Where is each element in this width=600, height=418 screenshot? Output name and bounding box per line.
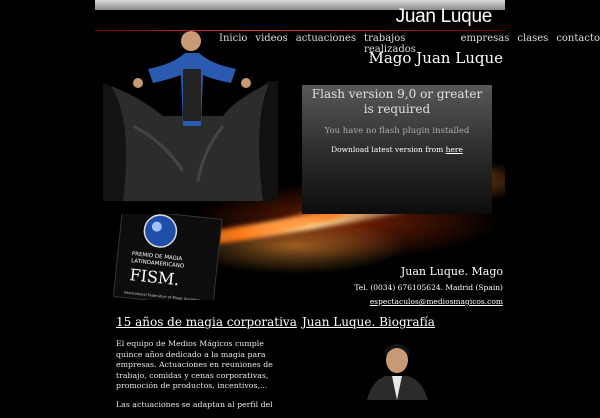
corporate-paragraph: El equipo de Medios Mágicos cumple quinc… — [116, 339, 273, 390]
flash-title: Flash version 9,0 or greater is required — [311, 87, 483, 116]
nav-item-actuaciones[interactable]: actuaciones — [296, 33, 356, 55]
magician-photo — [103, 31, 278, 201]
flash-download: Download latest version from here — [302, 145, 492, 154]
fism-award-plaque: PREMIO DE MAGIA LATINOAMERICANO FISM. In… — [113, 214, 223, 300]
nav-item-videos[interactable]: videos — [255, 33, 287, 55]
contact-name: Juan Luque. Mago — [400, 265, 503, 278]
flash-download-link[interactable]: here — [446, 145, 463, 154]
corporate-paragraph: Las actuaciones se adaptan al perfil del — [116, 399, 273, 409]
nav-item-contacto[interactable]: contacto — [556, 33, 600, 55]
biography-photo — [362, 338, 432, 400]
biography-heading-link[interactable]: Juan Luque. Biografía — [302, 315, 435, 329]
contact-phone: Tel. (0034) 676105624. Madrid (Spain) — [354, 283, 503, 292]
nav-item-inicio[interactable]: Inicio — [219, 33, 247, 55]
corporate-heading-link[interactable]: 15 años de magia corporativa — [116, 315, 297, 329]
contact-email-link[interactable]: espectaculos@mediosmagicos.com — [370, 297, 503, 306]
flash-download-text: Download latest version from — [331, 145, 444, 154]
corporate-text: El equipo de Medios Mágicos cumple quinc… — [116, 339, 291, 418]
page-title: Mago Juan Luque — [368, 49, 503, 67]
flash-subtitle: You have no flash plugin installed — [324, 126, 470, 136]
nav-item-clases[interactable]: clases — [517, 33, 548, 55]
flash-placeholder: Flash version 9,0 or greater is required… — [302, 85, 492, 214]
site-brand: Juan Luque — [395, 6, 493, 27]
